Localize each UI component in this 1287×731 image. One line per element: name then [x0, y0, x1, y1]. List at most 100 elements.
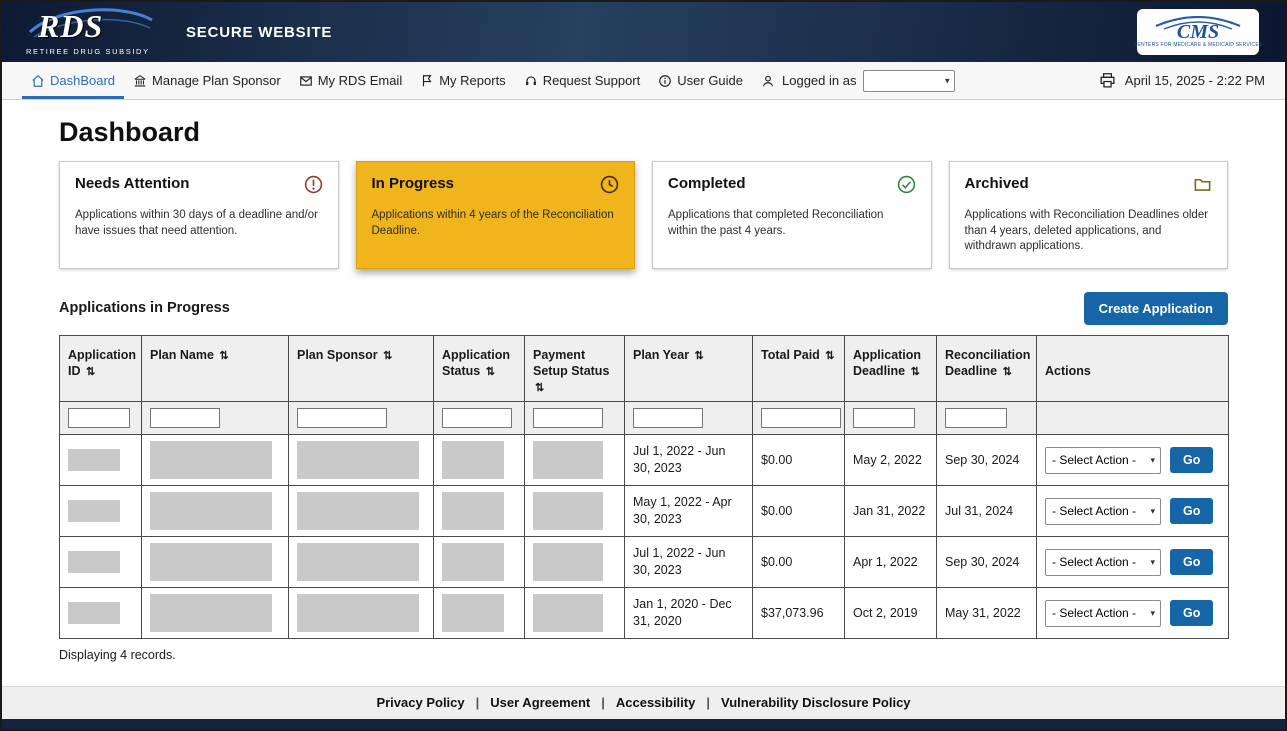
sort-icon[interactable]: ⇅: [86, 366, 95, 378]
total-paid-cell: $0.00: [753, 435, 845, 486]
filter-application-id-input[interactable]: [68, 408, 130, 428]
main-content: Dashboard Needs Attention Applications w…: [2, 117, 1285, 701]
col-application-status[interactable]: Application Status ⇅: [434, 335, 525, 402]
filter-application-deadline-input[interactable]: [853, 408, 915, 428]
footer-link-user-agreement[interactable]: User Agreement: [490, 695, 590, 710]
filter-plan-year-input[interactable]: [633, 408, 703, 428]
col-plan-sponsor[interactable]: Plan Sponsor ⇅: [289, 335, 434, 402]
sort-icon[interactable]: ⇅: [1003, 366, 1012, 378]
col-plan-name[interactable]: Plan Name ⇅: [142, 335, 289, 402]
nav-item-dashboard[interactable]: DashBoard: [22, 62, 124, 99]
plan-year-cell: Jul 1, 2022 - Jun 30, 2023: [625, 435, 753, 486]
col-label: Reconciliation Deadline: [945, 348, 1030, 378]
filter-application-status-input[interactable]: [442, 408, 512, 428]
col-plan-year[interactable]: Plan Year ⇅: [625, 335, 753, 402]
building-icon: [133, 74, 147, 88]
actions-cell: - Select Action - Go: [1045, 549, 1220, 576]
action-select[interactable]: - Select Action -: [1045, 447, 1161, 474]
sort-icon[interactable]: ⇅: [825, 350, 834, 362]
plan-year-cell: May 1, 2022 - Apr 30, 2023: [625, 486, 753, 537]
login-select[interactable]: [863, 70, 955, 92]
footer-link-accessibility[interactable]: Accessibility: [616, 695, 696, 710]
go-button[interactable]: Go: [1170, 549, 1213, 575]
action-select-wrap: - Select Action -: [1045, 447, 1161, 474]
col-label: Plan Sponsor: [297, 348, 378, 362]
check-circle-icon: [897, 175, 916, 199]
card-needs-attention[interactable]: Needs Attention Applications within 30 d…: [59, 161, 339, 269]
section-title: Applications in Progress: [59, 300, 230, 316]
card-completed[interactable]: Completed Applications that completed Re…: [652, 161, 932, 269]
actions-cell: - Select Action - Go: [1045, 447, 1220, 474]
redacted-application-status: [442, 492, 504, 530]
printer-icon[interactable]: [1099, 72, 1116, 89]
login-select-wrap: [863, 70, 955, 92]
redacted-payment-setup-status: [533, 492, 603, 530]
redacted-application-status: [442, 594, 504, 632]
col-actions: Actions: [1037, 335, 1229, 402]
app-header: RDS RETIREE DRUG SUBSIDY SECURE WEBSITE …: [2, 2, 1285, 62]
sort-icon[interactable]: ⇅: [535, 382, 544, 394]
go-button[interactable]: Go: [1170, 600, 1213, 626]
col-label: Plan Name: [150, 348, 214, 362]
application-deadline-cell: Oct 2, 2019: [845, 588, 937, 639]
actions-cell: - Select Action - Go: [1045, 600, 1220, 627]
table-row: Jan 1, 2020 - Dec 31, 2020 $37,073.96 Oc…: [60, 588, 1229, 639]
card-title: Archived: [965, 175, 1029, 192]
nav-item-my-rds-email[interactable]: My RDS Email: [290, 62, 412, 99]
go-button[interactable]: Go: [1170, 447, 1213, 473]
footer-link-vulnerability-disclosure[interactable]: Vulnerability Disclosure Policy: [721, 695, 911, 710]
nav-item-my-reports[interactable]: My Reports: [411, 62, 514, 99]
filter-plan-name-input[interactable]: [150, 408, 220, 428]
sort-icon[interactable]: ⇅: [486, 366, 495, 378]
email-icon: [299, 74, 313, 88]
card-archived[interactable]: Archived Applications with Reconciliatio…: [949, 161, 1229, 269]
filter-reconciliation-deadline-input[interactable]: [945, 408, 1007, 428]
filter-plan-sponsor-input[interactable]: [297, 408, 387, 428]
footer-separator: |: [476, 695, 480, 710]
action-select-wrap: - Select Action -: [1045, 498, 1161, 525]
action-select[interactable]: - Select Action -: [1045, 600, 1161, 627]
nav-item-logged-in-as: Logged in as: [752, 62, 964, 99]
reconciliation-deadline-cell: Sep 30, 2024: [937, 435, 1037, 486]
col-total-paid[interactable]: Total Paid ⇅: [753, 335, 845, 402]
redacted-plan-name: [150, 441, 272, 479]
nav-item-manage-plan-sponsor[interactable]: Manage Plan Sponsor: [124, 62, 290, 99]
sort-icon[interactable]: ⇅: [383, 350, 392, 362]
col-application-id[interactable]: Application ID ⇅: [60, 335, 142, 402]
table-row: Jul 1, 2022 - Jun 30, 2023 $0.00 Apr 1, …: [60, 537, 1229, 588]
filter-total-paid-input[interactable]: [761, 408, 841, 428]
reconciliation-deadline-cell: Jul 31, 2024: [937, 486, 1037, 537]
action-select[interactable]: - Select Action -: [1045, 498, 1161, 525]
nav-item-user-guide[interactable]: User Guide: [649, 62, 752, 99]
card-title: Completed: [668, 175, 746, 192]
go-button[interactable]: Go: [1170, 498, 1213, 524]
table-filter-row: [60, 402, 1229, 435]
table-header-row: Application ID ⇅ Plan Name ⇅ Plan Sponso…: [60, 335, 1229, 402]
sort-icon[interactable]: ⇅: [911, 366, 920, 378]
cms-logo: CMS CENTERS FOR MEDICARE & MEDICAID SERV…: [1137, 9, 1259, 55]
footer-link-privacy-policy[interactable]: Privacy Policy: [376, 695, 464, 710]
rds-logo: RDS RETIREE DRUG SUBSIDY: [24, 6, 164, 58]
redacted-payment-setup-status: [533, 543, 603, 581]
rds-logo-text: RDS: [38, 8, 103, 45]
create-application-button[interactable]: Create Application: [1084, 292, 1228, 325]
action-select[interactable]: - Select Action -: [1045, 549, 1161, 576]
card-in-progress[interactable]: In Progress Applications within 4 years …: [356, 161, 636, 269]
card-description: Applications that completed Reconciliati…: [668, 208, 916, 239]
nav-item-request-support[interactable]: Request Support: [515, 62, 650, 99]
col-reconciliation-deadline[interactable]: Reconciliation Deadline ⇅: [937, 335, 1037, 402]
col-label: Actions: [1045, 364, 1091, 378]
redacted-payment-setup-status: [533, 441, 603, 479]
col-label: Total Paid: [761, 348, 820, 362]
col-payment-setup-status[interactable]: Payment Setup Status ⇅: [525, 335, 625, 402]
footer: Privacy Policy|User Agreement|Accessibil…: [2, 686, 1285, 729]
sort-icon[interactable]: ⇅: [219, 350, 228, 362]
application-deadline-cell: Apr 1, 2022: [845, 537, 937, 588]
col-label: Application ID: [68, 348, 136, 378]
col-application-deadline[interactable]: Application Deadline ⇅: [845, 335, 937, 402]
sort-icon[interactable]: ⇅: [695, 350, 704, 362]
filter-payment-setup-status-input[interactable]: [533, 408, 603, 428]
applications-table: Application ID ⇅ Plan Name ⇅ Plan Sponso…: [59, 335, 1229, 640]
application-deadline-cell: Jan 31, 2022: [845, 486, 937, 537]
nav-item-label: User Guide: [677, 73, 743, 88]
